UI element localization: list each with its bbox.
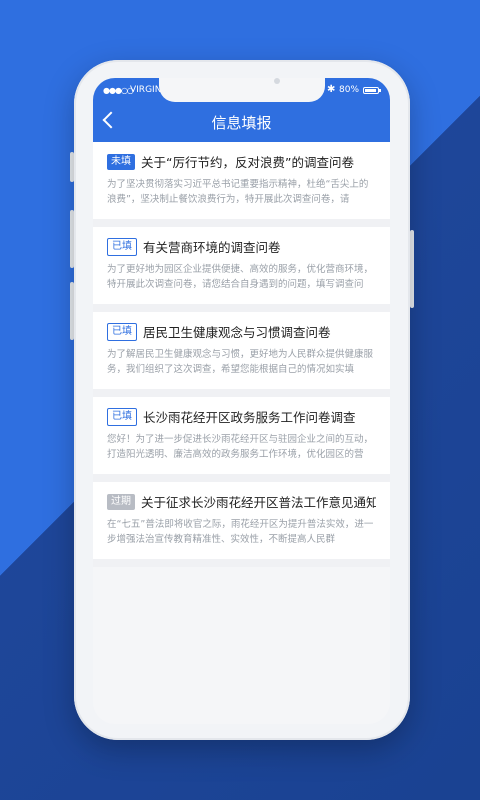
phone-screen: ●●●○○ VIRGIN ✱ 80% 信息填报 未填 关于“厉行节约，反对浪费”… [93,78,390,724]
list-item[interactable]: 已填 居民卫生健康观念与习惯调查问卷 为了解居民卫生健康观念与习惯，更好地为人民… [93,312,390,397]
status-badge: 过期 [107,493,135,510]
list-item[interactable]: 已填 有关营商环境的调查问卷 为了更好地为园区企业提供便捷、高效的服务，优化营商… [93,227,390,312]
list-item[interactable]: 未填 关于“厉行节约，反对浪费”的调查问卷 为了坚决贯彻落实习近平总书记重要指示… [93,142,390,227]
item-title: 长沙雨花经开区政务服务工作问卷调查 [143,410,356,425]
item-description: 为了更好地为园区企业提供便捷、高效的服务，优化营商环境，特开展此次调查问卷，请您… [107,264,374,290]
battery-icon [363,87,381,94]
status-badge: 已填 [107,322,137,341]
carrier-label: VIRGIN [130,85,162,95]
item-title: 有关营商环境的调查问卷 [143,240,281,255]
item-description: 在“七五”普法即将收官之际，雨花经开区为提升普法实效，进一步增强法治宣传教育精准… [107,519,374,545]
item-description: 为了坚决贯彻落实习近平总书记重要指示精神，杜绝“舌尖上的浪费”，坚决制止餐饮浪费… [107,179,369,205]
bluetooth-icon: ✱ [327,84,336,95]
status-badge: 已填 [107,407,137,426]
list-item[interactable]: 过期 关于征求长沙雨花经开区普法工作意见通知 在“七五”普法即将收官之际，雨花经… [93,482,390,567]
page-title: 信息填报 [211,114,272,132]
item-title: 居民卫生健康观念与习惯调查问卷 [143,325,331,340]
battery-percent: 80% [339,85,360,95]
list-item[interactable]: 已填 长沙雨花经开区政务服务工作问卷调查 您好！为了进一步促进长沙雨花经开区与驻… [93,397,390,482]
item-description: 为了解居民卫生健康观念与习惯，更好地为人民群众提供健康服务，我们组织了这次调查，… [107,349,374,375]
status-badge: 已填 [107,237,137,256]
phone-notch [159,78,325,102]
item-description: 您好！为了进一步促进长沙雨花经开区与驻园企业之间的互动，打造阳光透明、廉洁高效的… [107,434,374,460]
survey-list: 未填 关于“厉行节约，反对浪费”的调查问卷 为了坚决贯彻落实习近平总书记重要指示… [93,142,390,567]
app-header: ●●●○○ VIRGIN ✱ 80% 信息填报 [93,78,390,142]
phone-camera [274,78,280,84]
item-title: 关于“厉行节约，反对浪费”的调查问卷 [141,155,354,170]
item-title: 关于征求长沙雨花经开区普法工作意见通知 [141,495,376,510]
phone-power-button [410,230,414,308]
signal-icon: ●●●○○ [103,86,134,95]
status-badge: 未填 [107,153,135,170]
